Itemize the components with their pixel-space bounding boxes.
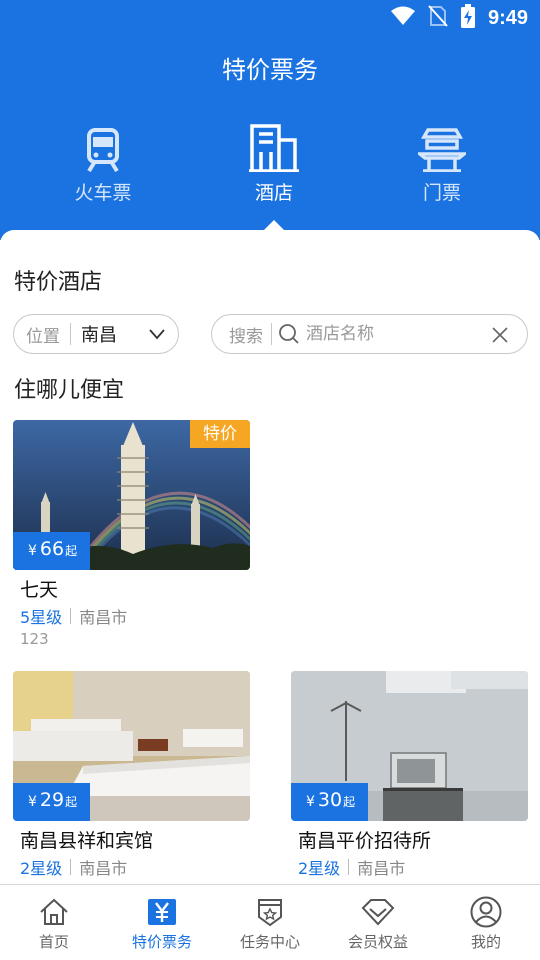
nav-item-special-tickets[interactable]: 特价票务 [108, 885, 216, 960]
bottom-nav: 首页 特价票务 任务中心 会员权益 我的 [0, 884, 540, 960]
special-offer-badge: 特价 [190, 420, 250, 448]
hotel-name: 南昌县祥和宾馆 [20, 830, 154, 852]
price-suffix: 起 [343, 795, 356, 809]
price-amount: 30 [317, 789, 343, 811]
currency-symbol: ¥ [28, 794, 37, 810]
close-icon[interactable] [491, 326, 509, 348]
divider [70, 859, 72, 875]
gate-ticket-icon [372, 122, 512, 172]
hotel-card[interactable]: ¥ 29 起 南昌县祥和宾馆 2星级 南昌市 [13, 671, 250, 879]
price-tag: ¥ 29 起 [13, 783, 91, 821]
tab-label: 酒店 [254, 182, 293, 204]
nav-item-profile[interactable]: 我的 [432, 885, 540, 960]
hotel-star-rating: 2星级 [20, 859, 63, 878]
diamond-icon [361, 896, 395, 928]
price-suffix: 起 [65, 544, 78, 558]
price-tag: ¥ 66 起 [13, 532, 91, 570]
home-icon [39, 896, 69, 928]
tab-hotel[interactable]: 酒店 [204, 122, 344, 205]
hotel-meta: 2星级 南昌市 [298, 855, 528, 879]
hotel-photo: ¥ 30 起 [291, 671, 528, 821]
hotel-star-rating: 2星级 [298, 859, 341, 878]
no-sim-icon [428, 5, 448, 31]
price-tag: ¥ 30 起 [291, 783, 369, 821]
nav-item-task-center[interactable]: 任务中心 [216, 885, 324, 960]
price-amount: 66 [39, 538, 65, 560]
hotel-photo: 特价 ¥ 66 起 [13, 420, 250, 570]
subsection-title: 住哪儿便宜 [14, 378, 125, 403]
battery-charging-icon [460, 4, 476, 32]
tab-label: 火车票 [74, 182, 132, 204]
user-icon [470, 896, 502, 928]
yen-ticket-icon [147, 896, 177, 928]
nav-label: 特价票务 [131, 933, 192, 951]
hotel-city: 南昌市 [79, 859, 128, 878]
hotel-star-rating: 5星级 [20, 608, 63, 627]
divider [271, 323, 272, 345]
nav-label: 会员权益 [347, 933, 408, 951]
hotel-extra-info: 123 [20, 630, 49, 648]
hotel-name: 南昌平价招待所 [298, 830, 432, 852]
status-icons: 9:49 [390, 4, 528, 32]
hotel-meta: 5星级 南昌市 [20, 604, 250, 628]
tab-train-ticket[interactable]: 火车票 [33, 122, 173, 205]
location-selector[interactable]: 位置 南昌 [13, 314, 179, 354]
nav-item-member-benefits[interactable]: 会员权益 [324, 885, 432, 960]
price-suffix: 起 [65, 795, 78, 809]
nav-label: 首页 [38, 933, 69, 951]
section-title: 特价酒店 [14, 270, 103, 295]
status-bar: 9:49 [0, 0, 540, 36]
search-icon [278, 323, 300, 345]
hotel-card[interactable]: 特价 ¥ 66 起 七天 5星级 南昌市 123 [13, 420, 250, 648]
location-label: 位置 [26, 326, 60, 347]
hotel-building-icon [204, 122, 344, 172]
page-title: 特价票务 [222, 56, 318, 84]
currency-symbol: ¥ [28, 543, 37, 559]
hotel-meta: 2星级 南昌市 [20, 855, 250, 879]
divider [348, 859, 350, 875]
hotel-name: 七天 [20, 579, 59, 601]
chevron-down-icon [148, 325, 166, 347]
hotel-card[interactable]: ¥ 30 起 南昌平价招待所 2星级 南昌市 [291, 671, 528, 879]
hotel-photo: ¥ 29 起 [13, 671, 250, 821]
hotel-city: 南昌市 [79, 608, 128, 627]
header: 9:49 特价票务 火车票 酒店 门票 [0, 0, 540, 240]
train-icon [33, 122, 173, 172]
search-box[interactable]: 搜索 [211, 314, 528, 354]
search-input[interactable] [306, 324, 456, 344]
divider [70, 323, 71, 345]
hotel-city: 南昌市 [357, 859, 406, 878]
price-amount: 29 [39, 789, 65, 811]
tab-label: 门票 [422, 182, 461, 204]
location-value: 南昌 [81, 325, 117, 346]
wifi-icon [390, 6, 416, 30]
currency-symbol: ¥ [306, 794, 315, 810]
nav-label: 任务中心 [239, 933, 300, 951]
status-time: 9:49 [487, 6, 528, 29]
nav-item-home[interactable]: 首页 [0, 885, 108, 960]
divider [70, 608, 72, 624]
nav-label: 我的 [470, 933, 501, 951]
tab-attraction-ticket[interactable]: 门票 [372, 122, 512, 205]
search-label: 搜索 [229, 326, 263, 347]
task-badge-icon [256, 896, 284, 928]
